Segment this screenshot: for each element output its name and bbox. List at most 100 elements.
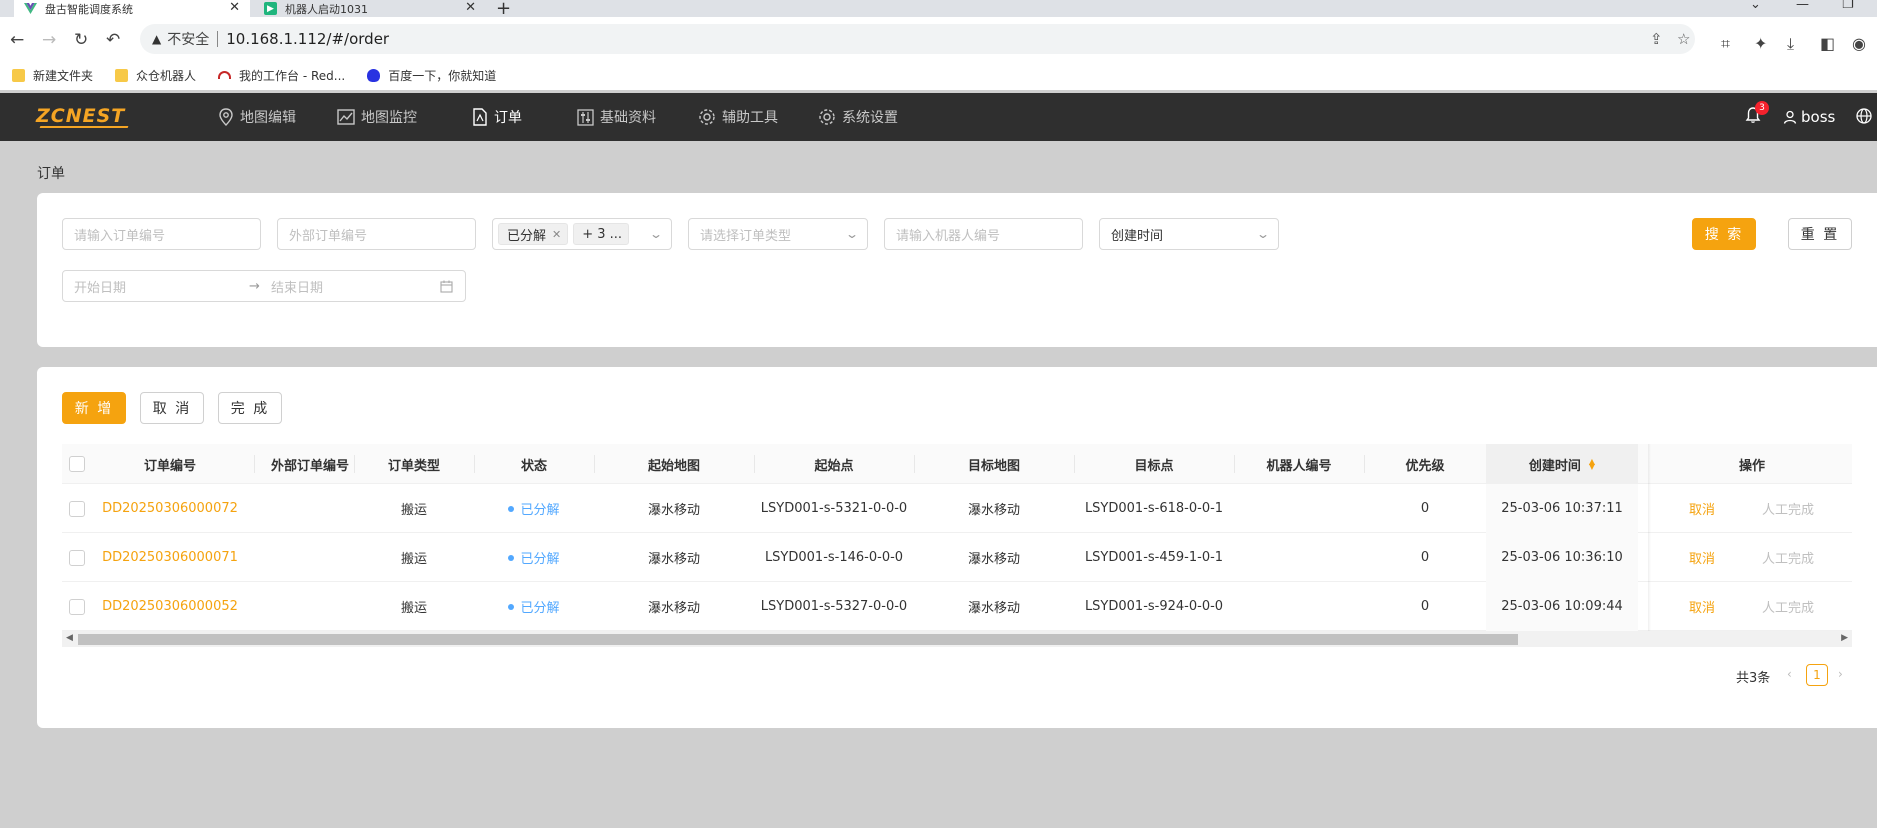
logo[interactable]: ZCNEST <box>36 105 125 127</box>
menu-map-monitor[interactable]: 地图监控 <box>337 93 417 141</box>
menu-system-settings[interactable]: 系统设置 <box>818 93 898 141</box>
bookmark-item[interactable]: 百度一下，你就知道 <box>367 67 496 84</box>
order-no-input[interactable]: 请输入订单编号 <box>62 218 261 250</box>
arrow-right-icon: → <box>249 278 260 294</box>
restore-icon[interactable]: ❐ <box>1842 0 1854 12</box>
date-range-picker[interactable]: 开始日期 → 结束日期 <box>62 270 466 302</box>
browser-tab[interactable]: ▶ 机器人启动1031 ✕ <box>254 0 486 17</box>
menu-aux-tools[interactable]: 辅助工具 <box>698 93 778 141</box>
next-page-icon[interactable]: › <box>1838 667 1843 681</box>
tab-search-icon[interactable]: ⌄ <box>1750 0 1761 12</box>
status-cell: 已分解 <box>474 582 594 631</box>
status-multi-select[interactable]: 已分解 ✕ + 3 ... ⌄ <box>492 218 672 250</box>
file-icon <box>473 108 487 126</box>
browser-tab-title: 机器人启动1031 <box>285 2 368 16</box>
status-dot <box>508 554 515 561</box>
external-no-cell <box>254 582 366 631</box>
notification-badge: 3 <box>1755 101 1769 115</box>
target-point-cell: LSYD001-s-618-0-0-1 <box>1084 501 1224 516</box>
row-checkbox[interactable] <box>69 549 85 566</box>
extensions-icon[interactable]: ✦ <box>1754 34 1767 53</box>
back-icon[interactable]: ← <box>10 30 24 50</box>
end-date-placeholder[interactable]: 结束日期 <box>271 277 323 296</box>
url-text[interactable]: 10.168.1.112/#/order <box>226 30 389 48</box>
external-order-no-input[interactable]: 外部订单编号 <box>277 218 476 250</box>
placeholder: 请选择订单类型 <box>700 228 792 244</box>
cancel-order-link[interactable]: 取消 <box>1674 533 1730 582</box>
close-tab-icon[interactable]: ✕ <box>229 0 240 15</box>
map-pin-icon <box>219 108 233 126</box>
status-text: 已分解 <box>520 601 560 616</box>
sidebar-icon[interactable]: ◧ <box>1820 34 1835 53</box>
address-bar[interactable]: ▲ 不安全 10.168.1.112/#/order ⇪ ☆ <box>140 24 1695 54</box>
browser-tab-title: 盘古智能调度系统 <box>45 2 133 16</box>
tag-label: + 3 ... <box>582 226 623 242</box>
prev-page-icon[interactable]: ‹ <box>1787 667 1792 681</box>
search-button[interactable]: 搜 索 <box>1692 218 1756 250</box>
order-type-select[interactable]: 请选择订单类型 ⌄ <box>688 218 868 250</box>
scroll-left-icon[interactable]: ◀ <box>66 633 73 643</box>
status-text: 已分解 <box>520 503 560 518</box>
insecure-label[interactable]: 不安全 <box>167 29 209 49</box>
row-select-cell <box>62 582 92 631</box>
bookmark-item[interactable]: 我的工作台 - Red... <box>218 67 345 84</box>
manual-complete-link[interactable]: 人工完成 <box>1748 533 1828 582</box>
forward-icon[interactable]: → <box>42 30 56 50</box>
crop-icon[interactable]: ⌗ <box>1721 34 1730 54</box>
cancel-orders-button[interactable]: 取 消 <box>140 392 204 424</box>
profile-icon[interactable]: ◉ <box>1852 34 1866 53</box>
start-point-cell: LSYD001-s-5327-0-0-0 <box>760 599 908 614</box>
table-row: DD20250306000071 搬运 已分解 瀑水移动 LSYD001-s-1… <box>62 533 1852 582</box>
scrollbar-thumb[interactable] <box>78 634 1518 645</box>
browser-tab-active[interactable]: 盘古智能调度系统 ✕ <box>14 0 250 17</box>
total-count: 共3条 <box>1736 670 1771 686</box>
created-time-cell: 25-03-06 10:37:11 <box>1486 484 1638 533</box>
download-icon[interactable]: ⤓ <box>1787 34 1794 54</box>
bookmark-label: 众仓机器人 <box>136 68 197 83</box>
reload-icon[interactable]: ↻ <box>74 30 88 50</box>
share-icon[interactable]: ⇪ <box>1650 30 1663 48</box>
menu-label: 订单 <box>494 110 522 126</box>
robot-no-cell <box>1234 582 1364 631</box>
target-map-cell: 瀑水移动 <box>967 503 1020 518</box>
remove-tag-icon[interactable]: ✕ <box>552 228 561 241</box>
minimize-icon[interactable]: — <box>1796 0 1809 12</box>
page-number[interactable]: 1 <box>1806 664 1828 686</box>
menu-map-edit[interactable]: 地图编辑 <box>218 93 296 141</box>
menu-basic-data[interactable]: 基础资料 <box>577 93 656 141</box>
user-menu[interactable]: boss <box>1783 93 1835 141</box>
cancel-order-link[interactable]: 取消 <box>1674 582 1730 631</box>
order-no-link[interactable]: DD20250306000052 <box>102 582 238 631</box>
bookmark-item[interactable]: 新建文件夹 <box>12 67 93 84</box>
undo-icon[interactable]: ↶ <box>106 30 120 50</box>
bookmark-item[interactable]: 众仓机器人 <box>115 67 196 84</box>
bookmark-label: 新建文件夹 <box>33 68 94 83</box>
horizontal-scrollbar[interactable]: ◀ ▶ <box>62 631 1852 647</box>
select-all-checkbox[interactable] <box>69 456 85 472</box>
order-no-link[interactable]: DD20250306000071 <box>102 533 238 582</box>
scroll-right-icon[interactable]: ▶ <box>1841 633 1848 643</box>
add-order-button[interactable]: 新 增 <box>62 392 126 424</box>
close-tab-icon[interactable]: ✕ <box>465 0 476 15</box>
robot-no-input[interactable]: 请输入机器人编号 <box>884 218 1083 250</box>
start-map-cell: 瀑水移动 <box>647 552 700 567</box>
manual-complete-link[interactable]: 人工完成 <box>1748 484 1828 533</box>
priority-cell: 0 <box>1420 550 1430 565</box>
manual-complete-link[interactable]: 人工完成 <box>1748 582 1828 631</box>
sort-icon[interactable]: ▲ ▼ <box>1589 458 1595 471</box>
row-checkbox[interactable] <box>69 598 85 615</box>
row-checkbox[interactable] <box>69 500 85 517</box>
bookmark-star-icon[interactable]: ☆ <box>1677 30 1690 48</box>
cancel-order-link[interactable]: 取消 <box>1674 484 1730 533</box>
table-header: 订单编号 外部订单编号 订单类型 状态 起始地图 起始点 目标地图 目标点 机器… <box>62 444 1852 484</box>
reset-button[interactable]: 重 置 <box>1788 218 1852 250</box>
start-date-placeholder[interactable]: 开始日期 <box>74 277 249 296</box>
complete-orders-button[interactable]: 完 成 <box>218 392 282 424</box>
col-created-time[interactable]: 创建时间 ▲ ▼ <box>1486 444 1638 484</box>
menu-orders[interactable]: 订单 <box>472 93 522 141</box>
time-field-select[interactable]: 创建时间 ⌄ <box>1099 218 1279 250</box>
menu-label: 地图监控 <box>361 110 417 126</box>
col-order-no: 订单编号 <box>143 458 196 474</box>
globe-icon[interactable] <box>1855 107 1873 125</box>
order-no-link[interactable]: DD20250306000072 <box>102 484 238 533</box>
